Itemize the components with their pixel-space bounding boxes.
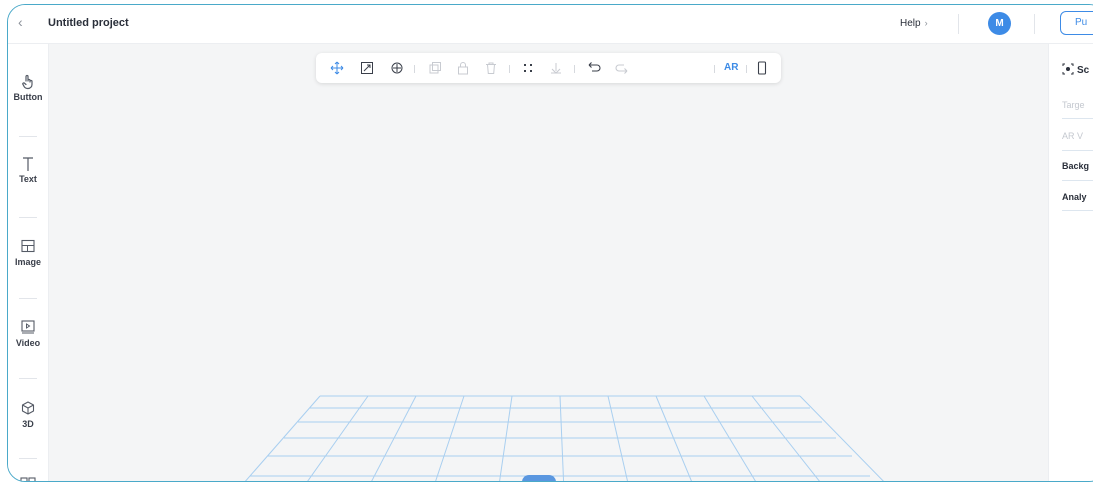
divider <box>1062 118 1093 119</box>
sidebar-item-more[interactable] <box>8 476 48 481</box>
chevron-left-icon[interactable]: ‹ <box>18 14 23 30</box>
canvas-toolbar: AR <box>316 53 781 83</box>
sidebar-item-label: Button <box>13 92 43 102</box>
rotate-icon[interactable] <box>388 59 406 77</box>
sidebar-item-label: Video <box>15 338 41 348</box>
divider <box>958 14 959 34</box>
image-icon <box>21 239 35 253</box>
avatar[interactable]: M <box>988 12 1011 35</box>
divider <box>19 136 37 137</box>
divider <box>1062 210 1093 211</box>
duplicate-icon[interactable] <box>426 59 444 77</box>
sidebar-item-3d[interactable]: 3D <box>8 401 48 429</box>
right-panel: Sc Targe AR V Backg Analy <box>1048 44 1093 481</box>
divider <box>714 65 715 73</box>
grid-snap-icon[interactable] <box>519 59 537 77</box>
analytics-section[interactable]: Analy <box>1062 192 1087 202</box>
anchor-icon[interactable] <box>547 59 565 77</box>
hand-pointer-icon <box>22 74 33 90</box>
target-option[interactable]: Targe <box>1062 100 1085 110</box>
scene-label: Sc <box>1077 65 1090 76</box>
divider <box>1062 150 1093 151</box>
move-icon[interactable] <box>328 59 346 77</box>
video-icon <box>21 320 35 334</box>
chevron-right-icon: › <box>924 18 928 28</box>
divider <box>1034 14 1035 34</box>
divider <box>509 65 510 73</box>
undo-icon[interactable] <box>584 59 602 77</box>
divider <box>1062 180 1093 181</box>
divider <box>19 378 37 379</box>
help-menu[interactable]: Help › <box>900 18 928 29</box>
sidebar-item-label: Image <box>14 257 41 267</box>
app-window: ‹ Untitled project Help › M Pu Button Tex… <box>7 4 1093 482</box>
floor-grid <box>244 395 884 481</box>
sidebar-item-image[interactable]: Image <box>8 239 48 267</box>
divider <box>19 298 37 299</box>
cube-icon <box>21 401 35 415</box>
help-label: Help <box>900 18 921 29</box>
sidebar-item-label: 3D <box>22 419 34 429</box>
sidebar-item-button[interactable]: Button <box>8 74 48 102</box>
divider <box>574 65 575 73</box>
divider <box>19 458 37 459</box>
project-title[interactable]: Untitled project <box>48 17 129 29</box>
canvas-handle[interactable] <box>522 475 556 481</box>
lock-icon[interactable] <box>454 59 472 77</box>
scale-icon[interactable] <box>358 59 376 77</box>
text-t-icon <box>23 157 33 171</box>
left-sidebar: Button Text Image Video 3D <box>8 44 49 481</box>
divider <box>19 217 37 218</box>
ar-view-option[interactable]: AR V <box>1062 131 1083 141</box>
sidebar-item-text[interactable]: Text <box>8 156 48 184</box>
scene-target-icon <box>1062 63 1074 75</box>
top-bar: ‹ Untitled project Help › M Pu <box>8 5 1093 44</box>
divider <box>746 65 747 73</box>
ar-preview-button[interactable]: AR <box>724 62 738 73</box>
scene-settings-header: Sc <box>1062 63 1089 76</box>
redo-icon[interactable] <box>614 59 632 77</box>
mobile-device-icon[interactable] <box>753 59 771 77</box>
background-section[interactable]: Backg <box>1062 161 1089 171</box>
trash-icon[interactable] <box>482 59 500 77</box>
publish-button[interactable]: Pu <box>1060 11 1093 35</box>
sidebar-item-video[interactable]: Video <box>8 320 48 348</box>
sidebar-item-label: Text <box>19 174 37 184</box>
divider <box>414 65 415 73</box>
more-blocks-icon <box>20 477 36 481</box>
